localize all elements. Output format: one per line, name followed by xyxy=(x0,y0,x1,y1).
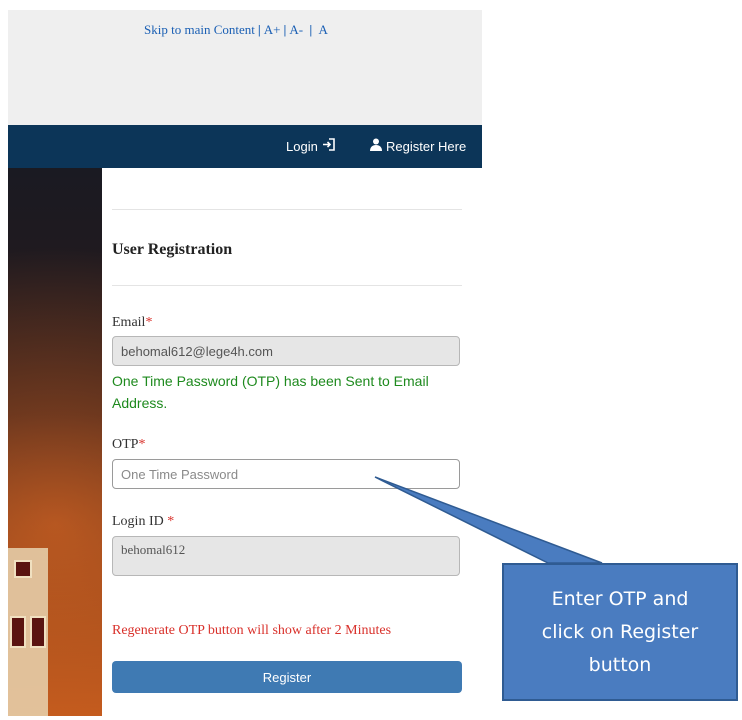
callout-text: Enter OTP and click on Register button xyxy=(541,587,699,676)
instruction-callout: Enter OTP and click on Register button xyxy=(502,563,738,701)
